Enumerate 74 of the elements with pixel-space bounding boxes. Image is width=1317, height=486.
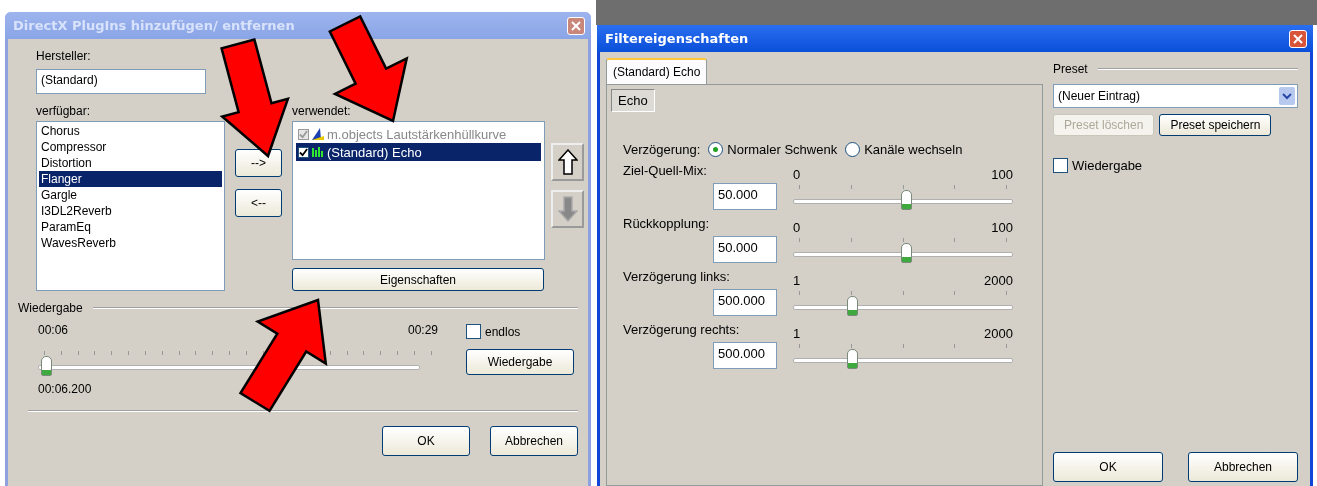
- max-label: 2000: [984, 326, 1013, 341]
- start-time: 00:06: [38, 323, 69, 337]
- list-item[interactable]: WavesReverb: [39, 235, 222, 251]
- slider-thumb[interactable]: [901, 243, 912, 263]
- list-item[interactable]: Compressor: [39, 139, 222, 155]
- manufacturer-field[interactable]: (Standard): [36, 69, 206, 94]
- close-button[interactable]: [1289, 29, 1307, 48]
- value-field[interactable]: 50.000: [713, 236, 777, 263]
- window-title: Filtereigenschaften: [605, 31, 749, 46]
- delay-mode-label: Verzögerung:: [623, 142, 701, 157]
- list-item[interactable]: (Standard) Echo: [296, 143, 541, 161]
- properties-button[interactable]: Eigenschaften: [292, 268, 544, 291]
- dialog-button[interactable]: OK: [382, 426, 470, 456]
- manufacturer-label: Hersteller:: [36, 49, 92, 63]
- down-arrow-icon: [557, 196, 578, 222]
- value-field[interactable]: 500.000: [713, 289, 777, 316]
- available-label: verfügbar:: [36, 104, 92, 118]
- min-label: 1: [793, 326, 801, 341]
- slider-thumb[interactable]: [901, 190, 912, 210]
- preset-dropdown[interactable]: (Neuer Eintrag): [1053, 84, 1298, 108]
- slider-label: Ziel-Quell-Mix:: [623, 163, 708, 178]
- slider-label: Verzögerung rechts:: [623, 322, 741, 337]
- slider-thumb[interactable]: [846, 296, 858, 316]
- preset-button[interactable]: Preset speichern: [1159, 114, 1272, 136]
- max-label: 100: [991, 220, 1013, 235]
- window-title: DirectX PlugIns hinzufügen/ entfernen: [13, 18, 295, 33]
- position-time: 00:06.200: [38, 382, 93, 396]
- list-item[interactable]: Distortion: [39, 155, 222, 171]
- close-icon: [1293, 33, 1303, 44]
- list-item[interactable]: Flanger: [39, 171, 222, 187]
- checkbox-label: endlos: [485, 324, 521, 339]
- max-label: 100: [991, 167, 1013, 182]
- min-label: 0: [793, 220, 801, 235]
- used-label: verwendet:: [292, 104, 352, 118]
- radio-label: Kanäle wechseln: [864, 142, 963, 157]
- list-item[interactable]: Chorus: [39, 123, 222, 139]
- group-title: Preset: [1053, 62, 1088, 76]
- min-label: 0: [793, 167, 801, 182]
- item-label: (Standard) Echo: [327, 144, 422, 160]
- checkbox[interactable]: [1053, 158, 1068, 173]
- remove-button[interactable]: <--: [235, 189, 282, 217]
- checkbox[interactable]: [298, 146, 309, 158]
- slider-label: Rückkopplung:: [623, 216, 710, 231]
- checkbox[interactable]: [466, 324, 481, 339]
- item-label: m.objects Lautstärkenhüllkurve: [327, 126, 507, 142]
- end-time: 00:29: [407, 323, 438, 337]
- dialog-button[interactable]: Abbrechen: [1188, 452, 1298, 482]
- checkbox-label: Wiedergabe: [1072, 158, 1143, 173]
- move-up-button[interactable]: [551, 143, 584, 181]
- waveform-icon: [311, 145, 325, 159]
- close-icon: [571, 20, 581, 31]
- close-button[interactable]: [567, 16, 585, 35]
- value-field[interactable]: 50.000: [713, 183, 777, 210]
- play-button[interactable]: Wiedergabe: [466, 349, 574, 375]
- max-label: 2000: [984, 273, 1013, 288]
- min-label: 1: [793, 273, 801, 288]
- plugin-icon: [311, 127, 325, 141]
- value-field[interactable]: 500.000: [713, 342, 777, 369]
- add-button[interactable]: -->: [235, 149, 282, 177]
- list-item[interactable]: Gargle: [39, 187, 222, 203]
- group-title: Wiedergabe: [18, 301, 83, 315]
- list-item[interactable]: I3DL2Reverb: [39, 203, 222, 219]
- slider-thumb[interactable]: [40, 356, 52, 376]
- up-arrow-icon: [557, 149, 578, 175]
- radio-button[interactable]: [845, 142, 861, 157]
- tab[interactable]: (Standard) Echo: [606, 58, 708, 84]
- echo-tab[interactable]: Echo: [611, 89, 655, 112]
- dialog-button[interactable]: Abbrechen: [490, 426, 578, 456]
- radio-label: Normaler Schwenk: [727, 142, 838, 157]
- radio-button[interactable]: [708, 142, 724, 157]
- dialog-button[interactable]: OK: [1053, 452, 1163, 482]
- slider-label: Verzögerung links:: [623, 269, 731, 284]
- list-item[interactable]: ParamEq: [39, 219, 222, 235]
- slider-thumb[interactable]: [846, 349, 858, 369]
